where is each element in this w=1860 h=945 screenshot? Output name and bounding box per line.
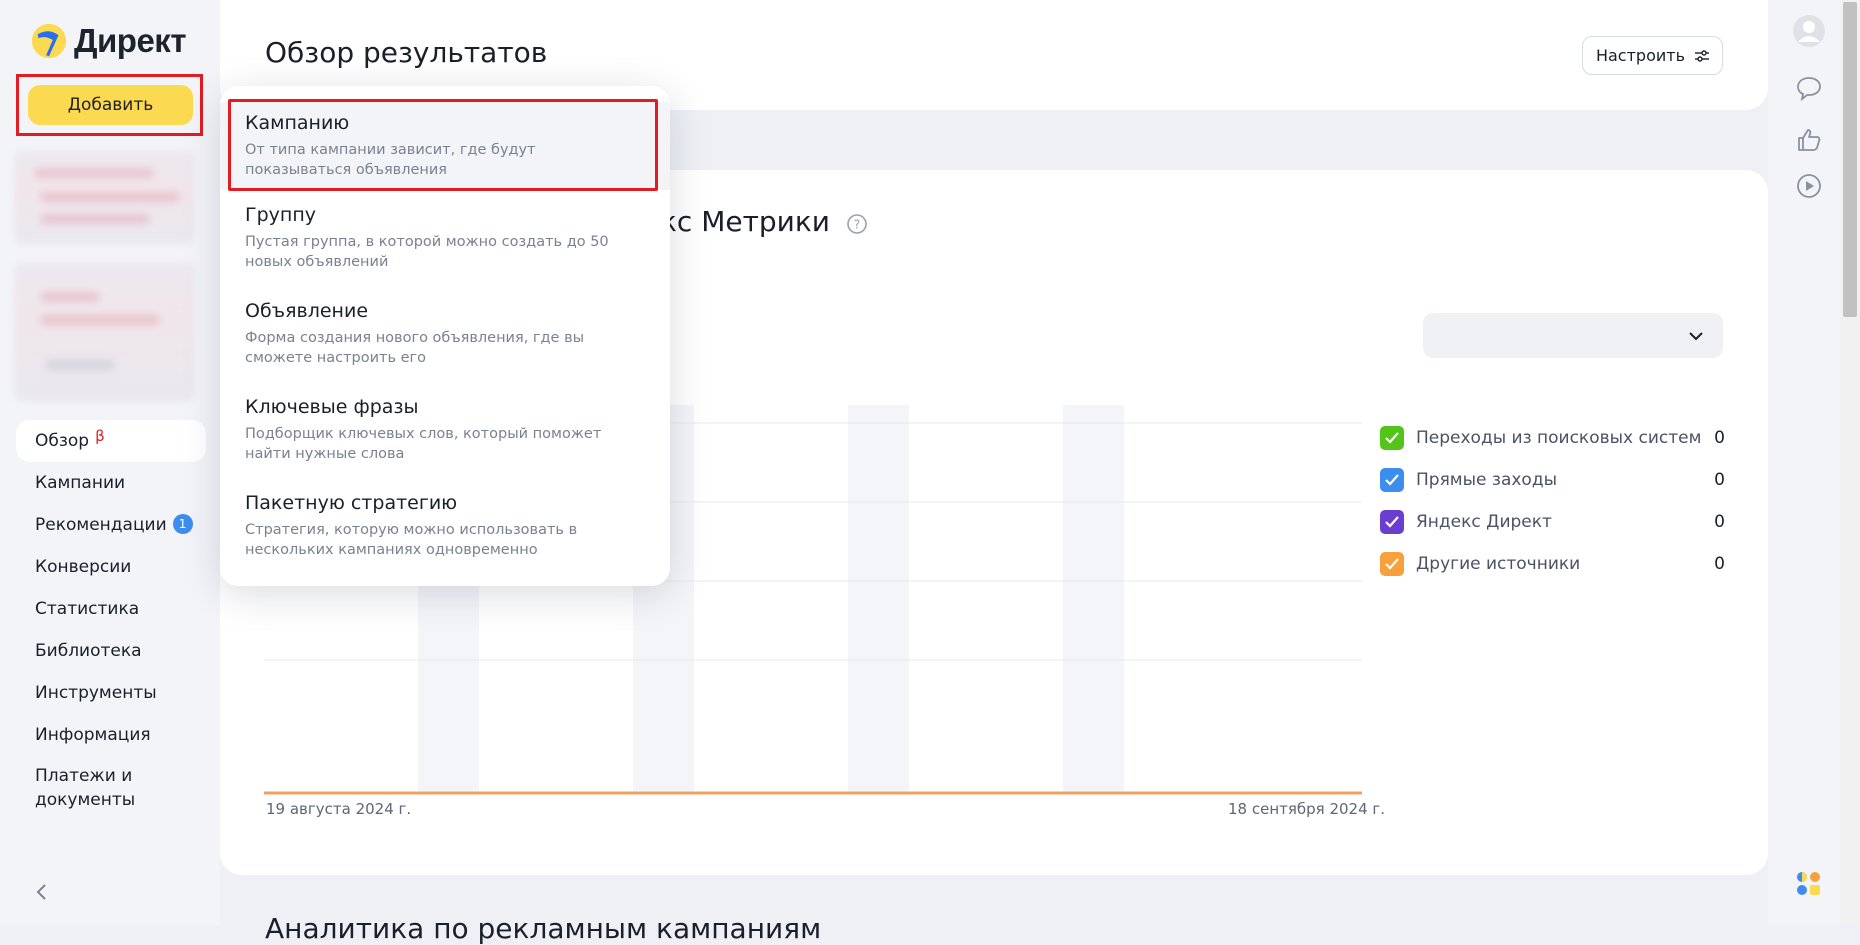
- analytics-section-title: Аналитика по рекламным кампаниям: [265, 912, 822, 945]
- menu-item-title: Объявление: [245, 300, 369, 322]
- sliders-icon: [1695, 49, 1710, 62]
- legend-row[interactable]: Другие источники 0: [1380, 543, 1725, 585]
- period-select[interactable]: [1423, 313, 1723, 358]
- blurred-line: [45, 360, 115, 370]
- configure-button-label: Настроить: [1595, 46, 1686, 65]
- nav-item-label: Конверсии: [35, 557, 132, 577]
- legend-label: Другие источники: [1416, 554, 1581, 574]
- logo-text: Директ: [74, 22, 186, 59]
- nav-item-statistics[interactable]: Статистика: [16, 588, 206, 630]
- nav-item-recommendations[interactable]: Рекомендации 1: [16, 504, 206, 546]
- nav-item-tools[interactable]: Инструменты: [16, 672, 206, 714]
- checkbox-checked-icon[interactable]: [1380, 552, 1404, 576]
- menu-item-title: Ключевые фразы: [245, 396, 419, 418]
- blurred-line: [40, 292, 100, 302]
- chart-weekend-stripe: [848, 405, 909, 791]
- nav-item-label: Библиотека: [35, 641, 142, 661]
- legend-label: Прямые заходы: [1416, 470, 1558, 490]
- help-icon[interactable]: ?: [846, 213, 868, 235]
- legend-row[interactable]: Переходы из поисковых систем 0: [1380, 417, 1725, 459]
- sidebar: Директ Добавить Обзор β Кампании Рекоменд…: [0, 0, 220, 925]
- menu-item-title: Пакетную стратегию: [245, 492, 458, 514]
- nav-item-label: Инструменты: [35, 683, 157, 703]
- legend-value: 0: [1714, 428, 1725, 448]
- nav-item-conversions[interactable]: Конверсии: [16, 546, 206, 588]
- chat-icon[interactable]: [1795, 74, 1823, 102]
- thumbs-up-icon[interactable]: [1795, 126, 1823, 154]
- checkbox-checked-icon[interactable]: [1380, 468, 1404, 492]
- nav-item-payments[interactable]: Платежи и документы: [16, 756, 206, 816]
- menu-item-package-strategy[interactable]: Пакетную стратегию Стратегия, которую мо…: [220, 482, 670, 574]
- menu-item-desc: Форма создания нового объявления, где вы…: [245, 330, 585, 366]
- menu-item-desc: Пустая группа, в которой можно создать д…: [245, 234, 609, 270]
- blurred-line: [40, 214, 150, 224]
- nav-item-library[interactable]: Библиотека: [16, 630, 206, 672]
- menu-item-desc: Стратегия, которую можно использовать в …: [245, 522, 578, 558]
- legend-value: 0: [1714, 470, 1725, 490]
- collapse-sidebar-icon[interactable]: [32, 882, 52, 902]
- legend-row[interactable]: Яндекс Директ 0: [1380, 501, 1725, 543]
- recommendations-count-badge: 1: [172, 514, 193, 534]
- menu-item-desc: Подборщик ключевых слов, который поможет…: [245, 426, 602, 462]
- chart-x-start-label: 19 августа 2024 г.: [266, 800, 412, 818]
- services-grid-icon[interactable]: [1795, 870, 1823, 898]
- legend-row[interactable]: Прямые заходы 0: [1380, 459, 1725, 501]
- configure-button[interactable]: Настроить: [1582, 36, 1723, 75]
- campaign-item-highlight: [228, 99, 658, 191]
- legend-value: 0: [1714, 554, 1725, 574]
- blurred-line: [40, 315, 160, 325]
- logo[interactable]: Директ: [30, 22, 186, 60]
- beta-marker: β: [95, 427, 105, 445]
- main-nav: Обзор β Кампании Рекомендации 1 Конверсии …: [16, 420, 206, 816]
- blurred-line: [34, 168, 154, 178]
- blurred-account-info: [14, 262, 194, 402]
- checkbox-checked-icon[interactable]: [1380, 510, 1404, 534]
- menu-item-ad[interactable]: Объявление Форма создания нового объявле…: [220, 290, 670, 382]
- nav-item-information[interactable]: Информация: [16, 714, 206, 756]
- nav-item-label: Информация: [35, 725, 151, 745]
- nav-item-label: Рекомендации: [35, 515, 167, 535]
- avatar[interactable]: [1792, 14, 1826, 48]
- menu-item-group[interactable]: Группу Пустая группа, в которой можно со…: [220, 194, 670, 286]
- chart-x-end-label: 18 сентября 2024 г.: [1228, 800, 1386, 818]
- nav-item-label: Платежи и документы: [35, 766, 136, 810]
- nav-item-campaigns[interactable]: Кампании: [16, 462, 206, 504]
- scrollbar-thumb[interactable]: [1843, 2, 1857, 317]
- chevron-down-icon: [1689, 332, 1703, 341]
- metrics-title: кс Метрики: [660, 205, 830, 238]
- menu-item-keywords[interactable]: Ключевые фразы Подборщик ключевых слов, …: [220, 386, 670, 478]
- chart-weekend-stripe: [1063, 405, 1124, 791]
- legend-value: 0: [1714, 512, 1725, 532]
- add-button[interactable]: Добавить: [28, 85, 193, 125]
- chart-legend: Переходы из поисковых систем 0 Прямые за…: [1380, 417, 1725, 585]
- nav-item-label: Статистика: [35, 599, 140, 619]
- svg-text:?: ?: [854, 218, 860, 232]
- direkt-logo-icon: [31, 23, 67, 59]
- legend-label: Яндекс Директ: [1416, 512, 1552, 532]
- nav-item-label: Кампании: [35, 473, 126, 493]
- legend-label: Переходы из поисковых систем: [1416, 428, 1702, 448]
- play-icon[interactable]: [1795, 172, 1823, 200]
- menu-item-title: Группу: [245, 204, 316, 226]
- blurred-line: [40, 192, 180, 202]
- page-title: Обзор результатов: [265, 36, 548, 69]
- nav-item-overview[interactable]: Обзор β: [16, 420, 206, 462]
- nav-item-label: Обзор: [35, 431, 90, 451]
- checkbox-checked-icon[interactable]: [1380, 426, 1404, 450]
